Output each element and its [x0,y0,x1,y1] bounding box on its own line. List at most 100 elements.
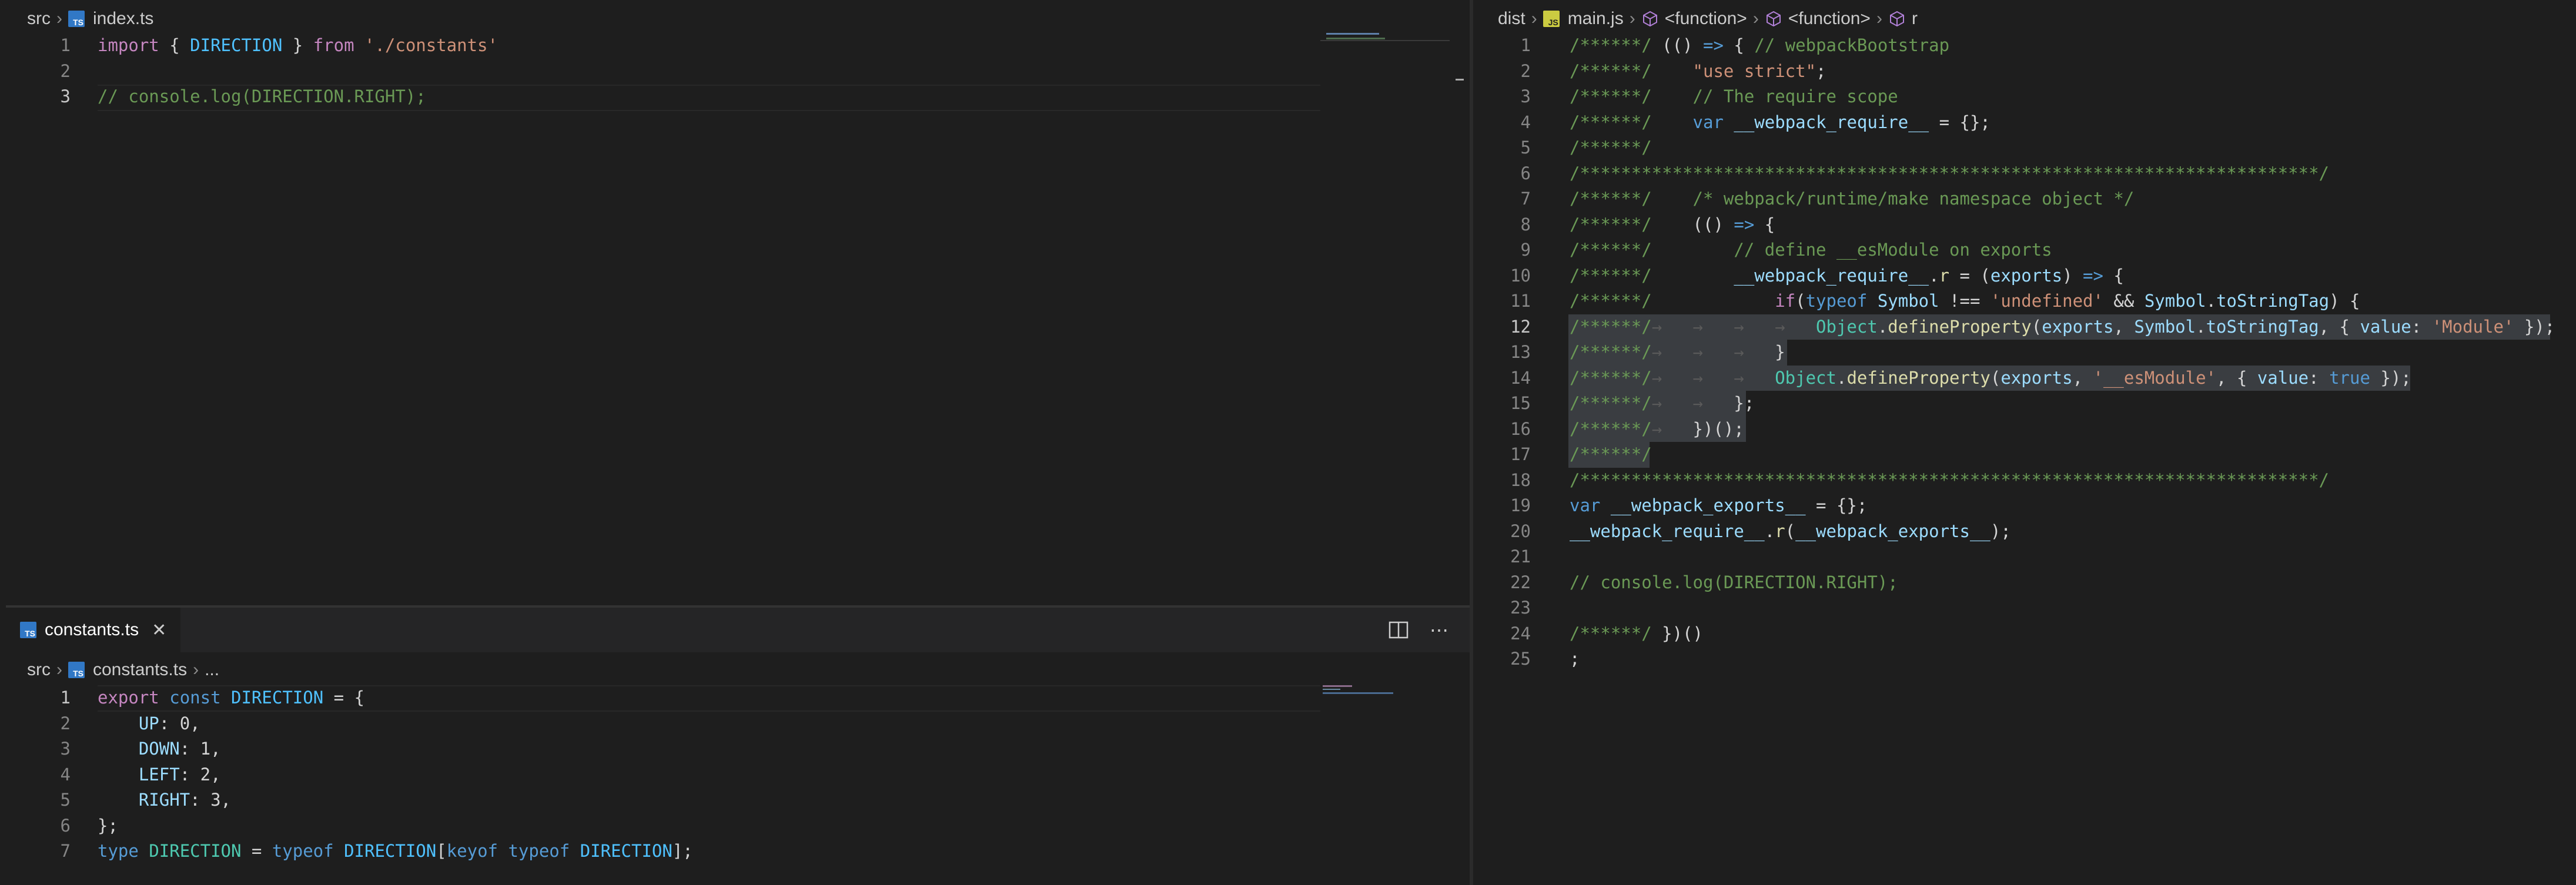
code-token: /***************************************… [1570,163,2330,183]
code-text: var __webpack_exports__ = {}; [1570,493,1867,518]
code-line[interactable]: 1 import { DIRECTION } from './constants' [6,33,1452,58]
code-line[interactable]: 12/******/→ → → → Object.defineProperty(… [1473,314,2567,340]
code-area[interactable]: 1 export const DIRECTION = {2 UP: 0, 3 DOW… [6,685,1452,885]
code-line[interactable]: 21 [1473,544,2567,569]
code-area[interactable]: 1/******/ (() => { // webpackBootstrap 2/… [1473,33,2567,679]
code-line[interactable]: 19 var __webpack_exports__ = {}; [1473,493,2567,518]
code-token: /******/ [1570,138,1652,157]
code-token: /******/ [1570,393,1652,413]
code-line[interactable]: 17 /******/ [1473,442,2567,467]
breadcrumb-file[interactable]: index.ts [93,9,153,29]
code-line[interactable]: 3 // console.log(DIRECTION.RIGHT); [6,84,1452,109]
breadcrumb-symbol-r[interactable]: r [1912,9,1918,29]
code-token: : [179,764,200,785]
code-token: /******/ [1570,342,1652,362]
code-line[interactable]: 1 /******/ (() => { // webpackBootstrap [1473,33,2567,58]
code-token: Object [1775,367,1836,388]
close-icon[interactable]: ✕ [152,620,166,641]
breadcrumb-folder[interactable]: src [27,660,51,680]
code-line[interactable]: 10 /******/ __webpack_require__.r = (expo… [1473,263,2567,289]
code-token: /******/ [1570,291,1652,311]
code-token: })(); [1692,418,1744,439]
code-line[interactable]: 20 __webpack_require__.r(__webpack_export… [1473,519,2567,544]
code-line[interactable]: 8 /******/ (() => { [1473,212,2567,237]
breadcrumb-file[interactable]: constants.ts [93,660,187,680]
editor-pane-index-ts[interactable]: src › TS index.ts 1 import { DIRECTION } … [6,0,1464,605]
code-token: from [313,35,354,55]
breadcrumb-folder[interactable]: src [27,9,51,29]
minimap[interactable] [1320,684,1450,719]
breadcrumb-symbol[interactable]: ... [205,660,219,680]
code-token: __webpack_exports__ [1610,495,1806,515]
code-token: toStringTag [2216,291,2330,311]
editor-pane-main-js[interactable]: dist › JS main.js › <function> › <functi… [1473,0,2576,885]
code-token: exports [1990,265,2063,286]
code-line[interactable]: 2 [6,59,1452,84]
code-line[interactable]: 5 /******/ [1473,135,2567,160]
code-text: /******/ if(typeof Symbol !== 'undefined… [1570,289,2360,314]
code-line[interactable]: 3 /******/ // The require scope [1473,84,2567,109]
breadcrumb-function-2[interactable]: <function> [1788,9,1871,29]
line-number: 7 [1520,189,1531,209]
code-text: /******/→ })(); [1570,417,1744,442]
code-line[interactable]: 7 /******/ /* webpack/runtime/make namesp… [1473,186,2567,212]
code-line[interactable]: 24 /******/ })() [1473,621,2567,646]
code-line[interactable]: 25; [1473,646,2567,672]
code-text: // console.log(DIRECTION.RIGHT); [1570,570,1898,595]
code-token: true [2329,367,2370,388]
breadcrumb-folder[interactable]: dist [1498,9,1525,29]
line-number: 16 [1510,418,1531,439]
line-number: 3 [60,86,71,106]
code-token: keyof [446,841,498,861]
breadcrumb-file[interactable]: main.js [1568,9,1624,29]
line-number: 2 [60,713,71,733]
code-text: /******/ [1570,442,1652,467]
code-line[interactable]: 15 /******/→ → }; [1473,391,2567,416]
editor-pane-constants-ts[interactable]: TS constants.ts ✕ ⋯ src › TS constants.t… [6,608,1470,885]
breadcrumb-function-1[interactable]: <function> [1665,9,1747,29]
code-line[interactable]: 7 type DIRECTION = typeof DIRECTION[keyof… [6,839,1452,864]
code-token: r [1775,521,1785,541]
code-token: type [98,841,139,861]
code-line[interactable]: 6 /**************************************… [1473,161,2567,186]
code-line[interactable]: 14 /******/→ → → Object.defineProperty(ex… [1473,366,2567,391]
code-line[interactable]: 1 export const DIRECTION = { [6,685,1452,710]
code-token: (() [1651,214,1734,234]
tab-constants-ts[interactable]: TS constants.ts ✕ [6,608,181,652]
code-token: if [1775,291,1796,311]
code-line[interactable]: 11 /******/ if(typeof Symbol !== 'undefin… [1473,289,2567,314]
code-text: ; [1570,646,1580,672]
minimap[interactable] [1320,31,1450,83]
code-area[interactable]: 1 import { DIRECTION } from './constants'… [6,33,1452,562]
line-number: 3 [1520,86,1531,106]
code-line[interactable]: 6}; [6,813,1452,839]
code-token: __webpack_require__ [1734,112,1929,132]
code-line[interactable]: 23 [1473,595,2567,621]
code-line[interactable]: 4 LEFT: 2, [6,762,1452,787]
code-token: => [1734,214,1755,234]
code-line[interactable]: 4 /******/ var __webpack_require__ = {}; [1473,110,2567,135]
code-line[interactable]: 13 /******/→ → → } [1473,340,2567,365]
code-token: __webpack_require__ [1734,265,1929,286]
breadcrumb: dist › JS main.js › <function> › <functi… [1498,6,1918,32]
line-number: 17 [1510,444,1531,464]
code-line[interactable]: 22 // console.log(DIRECTION.RIGHT); [1473,570,2567,595]
code-text: /******/ (() => { // webpackBootstrap [1570,33,1949,58]
code-line[interactable]: 5 RIGHT: 3, [6,787,1452,813]
code-line[interactable]: 3 DOWN: 1, [6,736,1452,762]
code-text: /******/ var __webpack_require__ = {}; [1570,110,1990,135]
code-token: var [1570,495,1601,515]
scrollbar-thumb[interactable] [1456,79,1464,81]
code-line[interactable]: 16 /******/→ })(); [1473,417,2567,442]
more-actions-icon[interactable]: ⋯ [1430,619,1448,641]
code-line[interactable]: 2 UP: 0, [6,711,1452,736]
split-editor-icon[interactable] [1389,621,1409,639]
code-token: const [169,688,221,708]
code-line[interactable]: 2 /******/ "use strict"; [1473,59,2567,84]
code-line[interactable]: 9 /******/ // define __esModule on export… [1473,237,2567,263]
code-token: : [190,790,211,810]
code-line[interactable]: 18 /*************************************… [1473,468,2567,493]
code-text: RIGHT: 3, [98,787,231,813]
